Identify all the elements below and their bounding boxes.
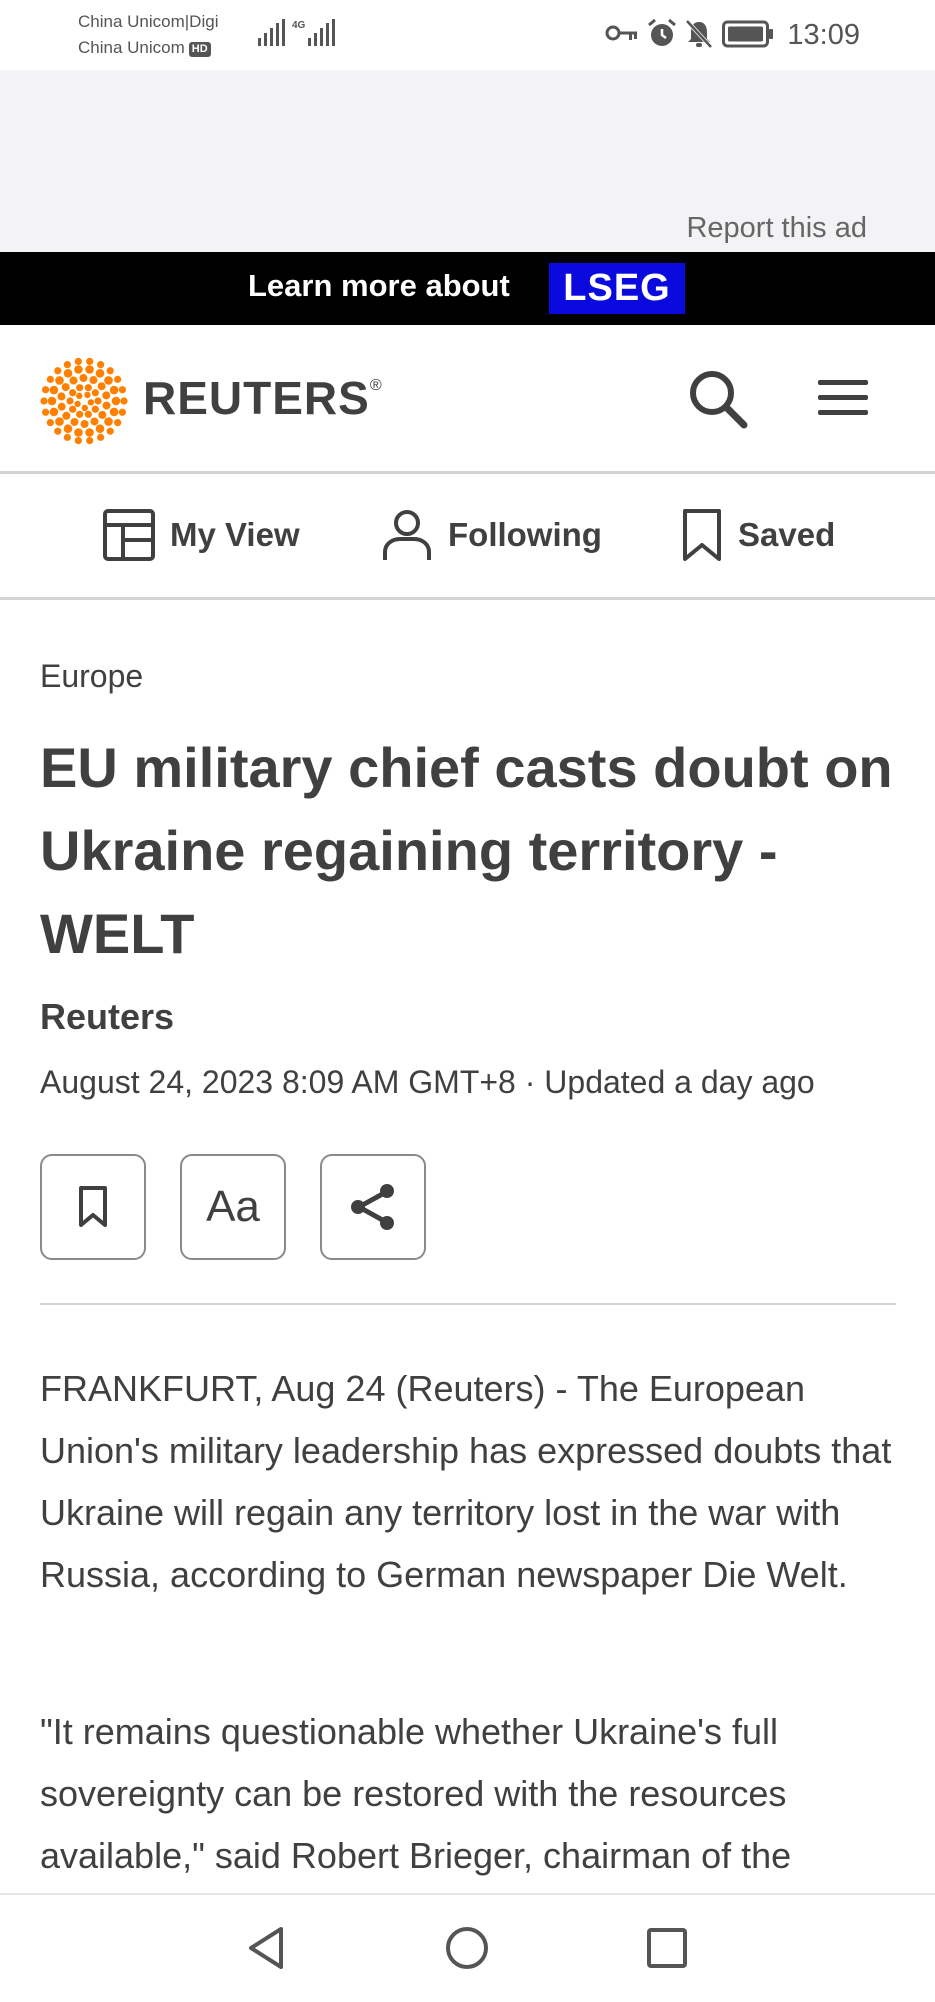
system-nav-bar [0, 1893, 935, 2002]
nav-my-view[interactable]: My View [102, 506, 300, 564]
hd-badge: HD [188, 42, 211, 57]
nav-following-label: Following [448, 516, 602, 553]
sub-navigation: My View Following Saved [0, 474, 935, 600]
reuters-logo-icon[interactable] [40, 357, 128, 450]
status-bar: China Unicom|Digi China Unicom HD 4G 13:0… [0, 0, 935, 70]
nav-following[interactable]: Following [380, 506, 602, 564]
reuters-wordmark[interactable]: REUTERS® [143, 371, 383, 425]
search-icon [690, 371, 748, 429]
nav-saved[interactable]: Saved [680, 506, 835, 564]
ad-banner-text: Learn more about [248, 268, 510, 303]
lseg-logo: LSEG [549, 263, 685, 314]
registered-mark: ® [369, 377, 383, 394]
article-paragraph-1: FRANKFURT, Aug 24 (Reuters) - The Europe… [40, 1368, 892, 1595]
site-header: REUTERS® [0, 325, 935, 474]
article-paragraph-2: "It remains questionable whether Ukraine… [40, 1711, 792, 1876]
section-label[interactable]: Europe [40, 658, 143, 695]
battery-icon [722, 20, 773, 48]
carrier-name-1: China Unicom|Digi [78, 12, 219, 31]
mute-icon [685, 19, 713, 49]
bookmark-icon [79, 1186, 107, 1227]
carrier-name-2-text: China Unicom [78, 38, 185, 57]
search-button[interactable] [686, 367, 750, 431]
logo-text: REUTERS [143, 372, 370, 424]
home-icon[interactable] [444, 1925, 490, 1971]
menu-button[interactable] [814, 373, 874, 423]
report-ad-link[interactable]: Report this ad [686, 212, 867, 245]
signal-icon [258, 19, 285, 46]
back-icon[interactable] [244, 1925, 290, 1971]
nav-saved-label: Saved [738, 516, 836, 553]
ad-area[interactable]: Report this ad [0, 70, 935, 252]
share-button[interactable] [320, 1154, 426, 1260]
save-article-button[interactable] [40, 1154, 146, 1260]
person-icon [383, 510, 431, 560]
carrier-name-2: China Unicom HD [78, 38, 211, 58]
alarm-icon [648, 18, 676, 46]
lseg-ad-banner[interactable]: Learn more about LSEG [0, 252, 935, 325]
share-icon [351, 1184, 394, 1230]
font-size-button[interactable]: Aa [180, 1154, 286, 1260]
clock: 13:09 [787, 19, 860, 51]
layout-icon [103, 509, 155, 561]
article-headline: EU military chief casts doubt on Ukraine… [40, 736, 893, 965]
font-size-label: Aa [206, 1182, 260, 1231]
nav-my-view-label: My View [170, 516, 300, 553]
byline[interactable]: Reuters [40, 996, 174, 1038]
bookmark-icon [683, 509, 721, 561]
signal-4g-icon: 4G [292, 19, 335, 46]
recents-icon[interactable] [644, 1925, 690, 1971]
network-type-label: 4G [292, 20, 306, 31]
content-divider [40, 1303, 896, 1305]
key-icon [605, 25, 637, 41]
menu-icon [818, 380, 868, 415]
article-date: August 24, 2023 8:09 AM GMT+8 · Updated … [40, 1064, 815, 1100]
